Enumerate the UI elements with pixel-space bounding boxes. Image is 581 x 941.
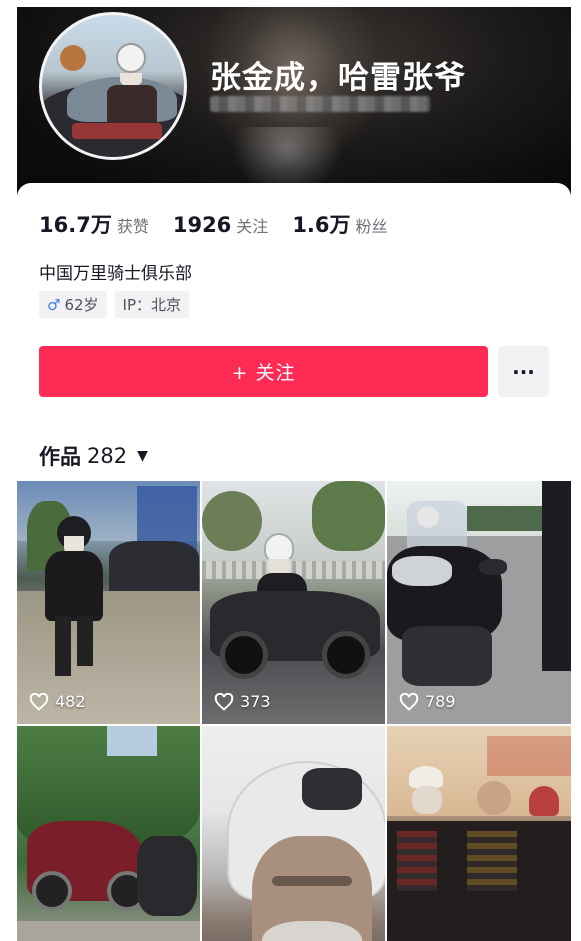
- male-icon: ♂: [47, 295, 61, 314]
- likes-count: 789: [425, 692, 456, 711]
- video-thumbnail[interactable]: 373: [202, 481, 385, 724]
- likes-count: 373: [240, 692, 271, 711]
- blurred-account-id: [210, 96, 430, 112]
- ip-tag: IP：北京: [114, 291, 190, 318]
- more-icon: ···: [512, 359, 535, 384]
- stat-likes[interactable]: 16.7万 获赞: [39, 209, 149, 239]
- likes-counter: 373: [214, 692, 271, 711]
- follow-button-label: + 关注: [231, 362, 296, 384]
- video-thumbnail[interactable]: 789: [387, 481, 571, 724]
- stat-following-label: 关注: [236, 217, 269, 236]
- video-thumbnail[interactable]: [202, 726, 385, 941]
- stat-likes-value: 16.7万: [39, 213, 112, 237]
- stat-following-value: 1926: [172, 213, 232, 237]
- likes-counter: 789: [399, 692, 456, 711]
- works-count: 282: [87, 444, 128, 468]
- works-title-label: 作品: [39, 445, 81, 469]
- works-tab[interactable]: 作品 282 ▼: [39, 441, 148, 471]
- ip-label: IP：北京: [122, 296, 182, 314]
- nickname: 张金成，哈雷张爷: [210, 60, 466, 96]
- stats-row: 16.7万 获赞 1926 关注 1.6万 粉丝: [39, 209, 412, 239]
- more-button[interactable]: ···: [498, 346, 549, 397]
- stat-likes-label: 获赞: [116, 217, 149, 236]
- video-grid: 482 373 789: [17, 481, 571, 941]
- stat-followers[interactable]: 1.6万 粉丝: [292, 209, 387, 239]
- heart-icon: [29, 692, 49, 711]
- video-thumbnail[interactable]: [387, 726, 571, 941]
- video-thumbnail[interactable]: [17, 726, 200, 941]
- likes-counter: 482: [29, 692, 86, 711]
- likes-count: 482: [55, 692, 86, 711]
- stat-following[interactable]: 1926 关注: [173, 213, 268, 237]
- age-label: 62岁: [64, 296, 99, 314]
- video-thumbnail[interactable]: 482: [17, 481, 200, 724]
- stat-followers-label: 粉丝: [355, 217, 388, 236]
- avatar[interactable]: [39, 12, 187, 160]
- heart-icon: [399, 692, 419, 711]
- profile-card: 16.7万 获赞 1926 关注 1.6万 粉丝 中国万里骑士俱乐部 ♂ 62岁…: [17, 183, 571, 941]
- follow-button[interactable]: + 关注: [39, 346, 488, 397]
- caret-down-icon: ▼: [137, 448, 148, 464]
- age-tag: ♂ 62岁: [39, 291, 107, 318]
- profile-screen: 张金成，哈雷张爷 16.7万 获赞 1926 关注 1.6万 粉丝 中国万里骑士…: [17, 7, 571, 941]
- profile-tags: ♂ 62岁 IP：北京: [39, 291, 190, 318]
- stat-followers-value: 1.6万: [292, 213, 351, 237]
- heart-icon: [214, 692, 234, 711]
- bio: 中国万里骑士俱乐部: [39, 264, 192, 284]
